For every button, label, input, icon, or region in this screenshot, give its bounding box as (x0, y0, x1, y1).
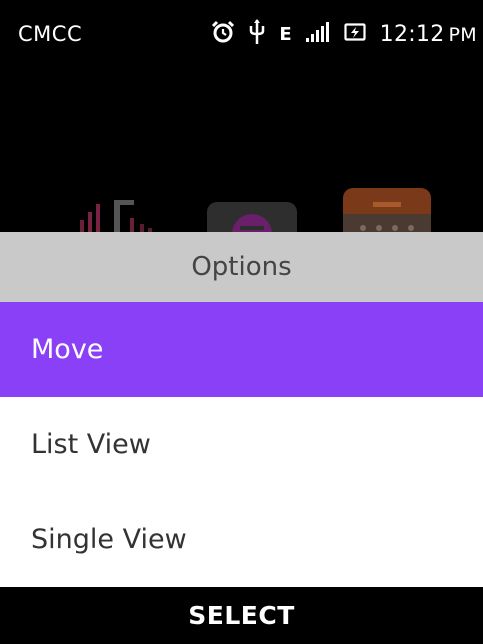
menu-item-label: List View (31, 429, 151, 460)
menu-item-label: Move (31, 334, 104, 365)
clock: 12:12 PM (380, 22, 477, 47)
carrier-name: CMCC (18, 22, 83, 46)
options-menu: Move List View Single View (0, 302, 483, 587)
softkey-bar: SELECT (0, 587, 483, 644)
alarm-icon (211, 20, 235, 48)
screen: CMCC E 12:12 PM Options Move List View S… (0, 0, 483, 644)
options-title: Options (191, 252, 292, 282)
status-icons: E 12:12 PM (211, 18, 477, 50)
menu-item-move[interactable]: Move (0, 302, 483, 397)
signal-icon (305, 22, 330, 46)
clock-ampm: PM (448, 23, 477, 46)
clock-time: 12:12 (379, 21, 445, 47)
menu-item-label: Single View (31, 524, 187, 555)
usb-icon (249, 19, 265, 49)
status-bar: CMCC E 12:12 PM (0, 0, 483, 72)
app-grid-background (0, 72, 483, 254)
battery-charging-icon (344, 21, 366, 47)
select-softkey[interactable]: SELECT (188, 601, 295, 630)
network-type-label: E (279, 23, 292, 45)
menu-item-single-view[interactable]: Single View (0, 492, 483, 587)
options-header: Options (0, 232, 483, 302)
calendar-app-icon (343, 186, 431, 254)
menu-item-list-view[interactable]: List View (0, 397, 483, 492)
